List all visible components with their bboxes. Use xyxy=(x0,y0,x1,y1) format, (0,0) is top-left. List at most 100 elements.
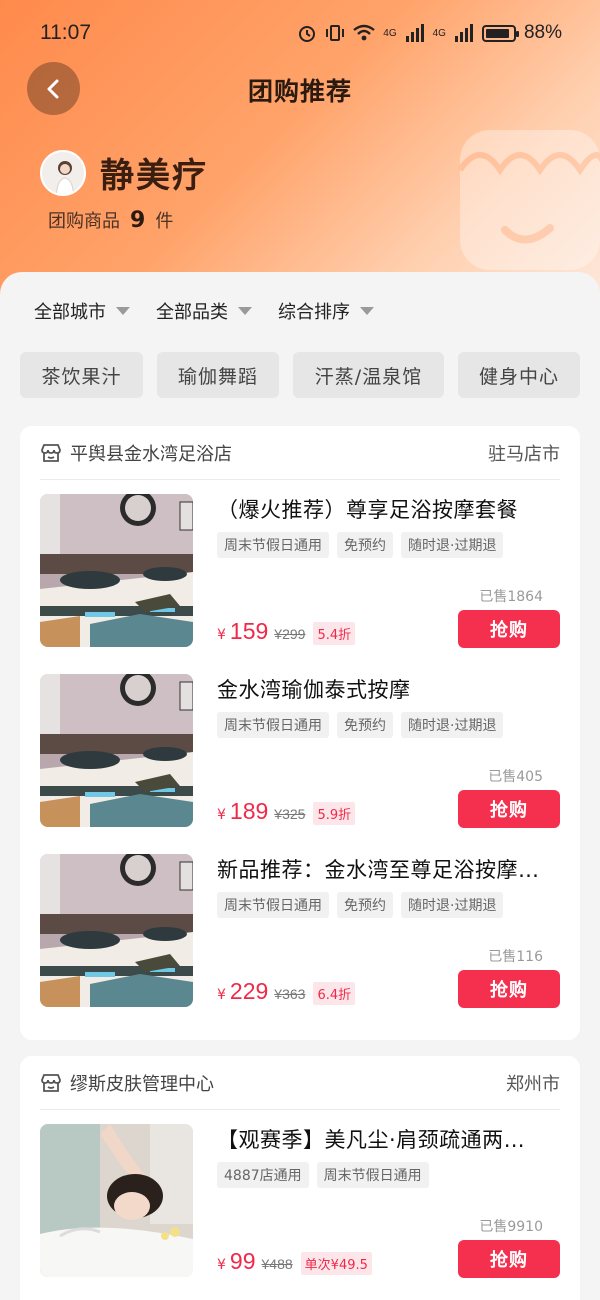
discount-badge: 5.4折 xyxy=(313,622,356,645)
shop-product-count: 团购商品 9 件 xyxy=(48,207,173,233)
page-title: 团购推荐 xyxy=(247,77,352,106)
deal-price: 229 xyxy=(229,978,269,1004)
store-city: 郑州市 xyxy=(506,1073,560,1095)
deal-tags: 周末节假日通用 免预约 随时退·过期退 xyxy=(217,712,504,738)
status-time: 11:07 xyxy=(40,21,91,44)
shop-header: 静美疗 xyxy=(40,148,208,197)
deal-tag: 周末节假日通用 xyxy=(217,892,329,918)
filter-label: 全部品类 xyxy=(156,302,228,323)
signal-icon xyxy=(454,24,473,42)
count-label: 团购商品 xyxy=(48,211,120,232)
currency-symbol: ¥ xyxy=(217,627,226,643)
currency-symbol: ¥ xyxy=(217,807,226,823)
deal-tag: 免预约 xyxy=(337,712,393,738)
deal-tag: 周末节假日通用 xyxy=(217,712,329,738)
filter-city[interactable]: 全部城市 xyxy=(34,298,130,324)
network-label-b: 4G xyxy=(432,27,446,39)
nav-bar: 团购推荐 xyxy=(0,62,600,118)
filter-label: 综合排序 xyxy=(278,302,350,323)
store-icon xyxy=(41,443,61,462)
buy-button[interactable]: 抢购 xyxy=(458,790,560,828)
avatar-image xyxy=(42,151,84,194)
deal-thumbnail xyxy=(40,674,193,827)
filter-bar: 全部城市 全部品类 综合排序 xyxy=(34,298,374,324)
sold-count: 已售116 xyxy=(488,949,543,965)
battery-icon xyxy=(481,24,519,42)
chip-fitness[interactable]: 健身中心 xyxy=(458,352,580,398)
chip-sauna-hotspring[interactable]: 汗蒸/温泉馆 xyxy=(293,352,444,398)
alarm-icon xyxy=(299,26,316,42)
chip-tea-juice[interactable]: 茶饮果汁 xyxy=(20,352,143,398)
deal-thumbnail xyxy=(40,854,193,1007)
sold-count: 已售405 xyxy=(488,769,543,785)
deal-price: 159 xyxy=(229,618,269,644)
original-price: ¥488 xyxy=(261,1256,293,1272)
deal-tag: 4887店通用 xyxy=(217,1162,309,1188)
price-row: ¥ 229 ¥363 6.4折 xyxy=(217,978,356,1005)
deal-thumbnail xyxy=(40,494,193,647)
deal-tag: 随时退·过期退 xyxy=(401,892,504,918)
back-button[interactable] xyxy=(27,62,80,115)
filter-label: 全部城市 xyxy=(34,302,106,323)
deal-tag: 周末节假日通用 xyxy=(217,532,329,558)
wifi-icon xyxy=(353,24,376,41)
store-title: 平舆县金水湾足浴店 xyxy=(40,440,232,466)
store-card: 缪斯皮肤管理中心 郑州市 【观赛季】美凡尘·肩颈疏通两… 4887店通用 周末节… xyxy=(20,1056,580,1300)
caret-down-icon xyxy=(116,307,130,315)
discount-badge: 单次¥49.5 xyxy=(300,1252,372,1275)
discount-badge: 5.9折 xyxy=(313,802,356,825)
buy-button[interactable]: 抢购 xyxy=(458,970,560,1008)
caret-down-icon xyxy=(360,307,374,315)
network-label-a: 4G xyxy=(383,27,397,39)
caret-down-icon xyxy=(238,307,252,315)
deal-tag: 免预约 xyxy=(337,532,393,558)
store-title: 缪斯皮肤管理中心 xyxy=(40,1070,214,1096)
avatar[interactable] xyxy=(40,149,86,196)
store-icon xyxy=(41,1073,61,1092)
store-header[interactable]: 平舆县金水湾足浴店 驻马店市 xyxy=(40,426,560,480)
deal-tags: 4887店通用 周末节假日通用 xyxy=(217,1162,429,1188)
status-icons: 4G 4G 88% xyxy=(297,22,562,44)
deal-thumbnail xyxy=(40,1124,193,1277)
deal-title: 新品推荐：金水湾至尊足浴按摩… xyxy=(217,858,540,882)
price-row: ¥ 159 ¥299 5.4折 xyxy=(217,618,356,645)
price-row: ¥ 189 ¥325 5.9折 xyxy=(217,798,356,825)
filter-sort[interactable]: 综合排序 xyxy=(278,298,374,324)
count-number: 9 xyxy=(130,208,146,233)
deal-tag: 随时退·过期退 xyxy=(401,712,504,738)
deal-tags: 周末节假日通用 免预约 随时退·过期退 xyxy=(217,892,504,918)
store-card: 平舆县金水湾足浴店 驻马店市 （爆火推荐）尊享足浴按摩套餐 周末节假日通用 免预… xyxy=(20,426,580,1040)
store-name: 缪斯皮肤管理中心 xyxy=(70,1073,214,1095)
deal-title: 金水湾瑜伽泰式按摩 xyxy=(217,678,411,702)
deal-tag: 免预约 xyxy=(337,892,393,918)
category-chips: 茶饮果汁 瑜伽舞蹈 汗蒸/温泉馆 健身中心 xyxy=(20,352,580,398)
count-unit: 件 xyxy=(155,211,174,232)
signal-icon xyxy=(405,24,424,42)
store-name: 平舆县金水湾足浴店 xyxy=(70,443,232,465)
status-bar: 11:07 4G 4G 88% xyxy=(0,0,600,66)
deal-tag: 周末节假日通用 xyxy=(316,1162,429,1188)
deal-item[interactable]: 金水湾瑜伽泰式按摩 周末节假日通用 免预约 随时退·过期退 已售405 ¥ 18… xyxy=(40,674,560,829)
deal-item[interactable]: （爆火推荐）尊享足浴按摩套餐 周末节假日通用 免预约 随时退·过期退 已售186… xyxy=(40,494,560,649)
original-price: ¥363 xyxy=(274,986,306,1002)
battery-level xyxy=(485,28,509,38)
deal-title: （爆火推荐）尊享足浴按摩套餐 xyxy=(217,498,518,522)
deal-tag: 随时退·过期退 xyxy=(401,532,504,558)
battery-percent: 88% xyxy=(523,22,562,43)
buy-button[interactable]: 抢购 xyxy=(458,1240,560,1278)
deal-item[interactable]: 新品推荐：金水湾至尊足浴按摩… 周末节假日通用 免预约 随时退·过期退 已售11… xyxy=(40,854,560,1009)
shop-decoration-icon xyxy=(457,130,600,270)
deal-tags: 周末节假日通用 免预约 随时退·过期退 xyxy=(217,532,504,558)
original-price: ¥325 xyxy=(274,806,306,822)
store-header[interactable]: 缪斯皮肤管理中心 郑州市 xyxy=(40,1056,560,1110)
store-city: 驻马店市 xyxy=(488,443,560,465)
chip-yoga-dance[interactable]: 瑜伽舞蹈 xyxy=(157,352,279,398)
price-row: ¥ 99 ¥488 单次¥49.5 xyxy=(217,1248,372,1275)
vibrate-icon xyxy=(326,25,345,41)
buy-button[interactable]: 抢购 xyxy=(458,610,560,648)
deal-item[interactable]: 【观赛季】美凡尘·肩颈疏通两… 4887店通用 周末节假日通用 已售9910 ¥… xyxy=(40,1124,560,1279)
discount-badge: 6.4折 xyxy=(313,982,356,1005)
shop-name: 静美疗 xyxy=(100,156,208,196)
chevron-left-icon xyxy=(47,79,58,98)
filter-category[interactable]: 全部品类 xyxy=(156,298,252,324)
